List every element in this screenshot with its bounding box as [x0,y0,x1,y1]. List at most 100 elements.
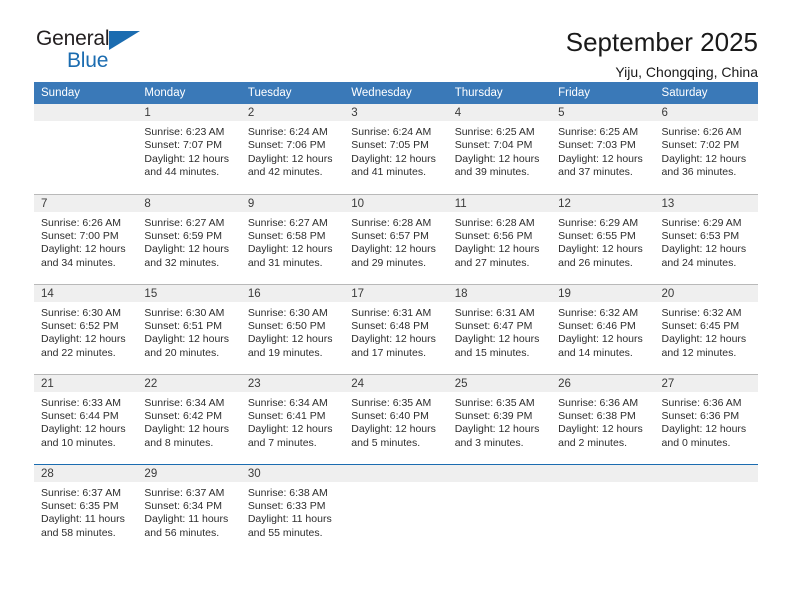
sunset-time: Sunset: 7:05 PM [351,139,429,152]
calendar-day-cell[interactable]: 3 Sunrise: 6:24 AM Sunset: 7:05 PM Daylight… [344,104,448,194]
daylight-duration-line2: and 56 minutes. [144,526,220,539]
calendar-day-cell[interactable]: 1 Sunrise: 6:23 AM Sunset: 7:07 PM Daylight… [137,104,241,194]
daylight-duration-line1: Daylight: 12 hours [558,243,643,256]
daylight-duration-line2: and 7 minutes. [247,436,317,449]
sunset-time: Sunset: 6:59 PM [144,229,223,242]
day-details: Sunrise: 6:30 AM Sunset: 6:52 PM Daylight:… [34,302,137,361]
daylight-duration-line2: and 19 minutes. [247,346,323,359]
sunrise-time: Sunrise: 6:23 AM [144,126,225,138]
weekday-header-saturday: Saturday [654,82,758,104]
day-number: 10 [344,194,448,212]
day-number: 1 [137,104,241,121]
calendar-day-cell[interactable]: 17 Sunrise: 6:31 AM Sunset: 6:48 PM Dayligh… [344,283,448,374]
day-details: Sunrise: 6:34 AM Sunset: 6:41 PM Daylight:… [241,392,344,451]
sunset-time: Sunset: 6:35 PM [41,499,119,512]
sunset-time: Sunset: 6:39 PM [454,409,533,422]
calendar-day-cell[interactable]: 21 Sunrise: 6:33 AM Sunset: 6:44 PM Dayligh… [34,373,138,464]
calendar-day-cell[interactable]: 15 Sunrise: 6:30 AM Sunset: 6:51 PM Dayligh… [137,283,241,374]
day-number: 3 [344,104,448,121]
day-details: Sunrise: 6:27 AM Sunset: 6:59 PM Daylight:… [137,212,240,271]
daylight-duration-line2: and 36 minutes. [661,166,737,179]
calendar-day-cell[interactable]: 23 Sunrise: 6:34 AM Sunset: 6:41 PM Dayligh… [240,373,345,464]
calendar-day-cell[interactable]: 6 Sunrise: 6:26 AM Sunset: 7:02 PM Daylight… [654,104,758,194]
daylight-duration-line1: Daylight: 12 hours [144,243,230,256]
day-details: Sunrise: 6:32 AM Sunset: 6:46 PM Daylight:… [551,302,654,361]
day-number: 11 [447,194,552,212]
calendar-day-cell[interactable]: 20 Sunrise: 6:32 AM Sunset: 6:45 PM Dayligh… [654,283,758,374]
calendar-day-cell[interactable]: 2 Sunrise: 6:24 AM Sunset: 7:06 PM Daylight… [240,104,345,194]
logo-text-blue: Blue [67,49,109,72]
sunrise-time: Sunrise: 6:36 AM [661,396,742,409]
calendar-day-cell[interactable]: 29 Sunrise: 6:37 AM Sunset: 6:34 PM Dayligh… [137,463,241,559]
daylight-duration-line1: Daylight: 12 hours [144,333,230,346]
day-details: Sunrise: 6:36 AM Sunset: 6:38 PM Daylight:… [551,392,654,451]
day-details: Sunrise: 6:28 AM Sunset: 6:56 PM Daylight:… [448,212,551,271]
calendar-day-cell[interactable]: 5 Sunrise: 6:25 AM Sunset: 7:03 PM Daylight… [551,104,655,194]
day-details: Sunrise: 6:29 AM Sunset: 6:55 PM Daylight:… [551,212,654,271]
calendar-day-cell[interactable]: 18 Sunrise: 6:31 AM Sunset: 6:47 PM Dayligh… [447,283,552,374]
calendar-day-cell[interactable]: 22 Sunrise: 6:34 AM Sunset: 6:42 PM Dayligh… [137,373,241,464]
day-details: Sunrise: 6:37 AM Sunset: 6:35 PM Daylight:… [34,482,137,541]
calendar-day-cell[interactable]: 8 Sunrise: 6:27 AM Sunset: 6:59 PM Daylight… [137,193,241,284]
day-details: Sunrise: 6:31 AM Sunset: 6:47 PM Daylight:… [448,302,551,361]
day-number [344,464,448,482]
sunrise-time: Sunrise: 6:38 AM [247,486,328,499]
daylight-duration-line2: and 42 minutes. [247,166,323,179]
day-number: 24 [344,374,448,392]
calendar-day-cell[interactable]: 9 Sunrise: 6:27 AM Sunset: 6:58 PM Daylight… [240,193,345,284]
calendar-day-cell[interactable]: 28 Sunrise: 6:37 AM Sunset: 6:35 PM Dayligh… [34,463,138,559]
weekday-header-thursday: Thursday [447,82,552,104]
daylight-duration-line1: Daylight: 12 hours [247,243,333,256]
sunset-time: Sunset: 7:00 PM [41,229,119,242]
daylight-duration-line1: Daylight: 12 hours [661,243,747,256]
day-number [654,464,758,482]
calendar-day-cell[interactable]: 4 Sunrise: 6:25 AM Sunset: 7:04 PM Daylight… [447,104,552,194]
sunrise-time: Sunrise: 6:30 AM [41,306,121,319]
calendar-day-cell[interactable]: 27 Sunrise: 6:36 AM Sunset: 6:36 PM Dayligh… [654,373,758,464]
daylight-duration-line2: and 20 minutes. [144,346,220,359]
sunset-time: Sunset: 6:44 PM [41,409,119,422]
calendar-day-cell[interactable]: 11 Sunrise: 6:28 AM Sunset: 6:56 PM Dayligh… [447,193,552,284]
day-details: Sunrise: 6:33 AM Sunset: 6:44 PM Daylight:… [34,392,137,451]
day-number: 27 [654,374,758,392]
day-details: Sunrise: 6:34 AM Sunset: 6:42 PM Daylight:… [137,392,240,451]
day-number: 7 [34,194,138,212]
calendar-day-cell[interactable]: 13 Sunrise: 6:29 AM Sunset: 6:53 PM Dayligh… [654,193,758,284]
calendar-day-cell[interactable]: 26 Sunrise: 6:36 AM Sunset: 6:38 PM Dayligh… [551,373,655,464]
day-number: 15 [137,284,241,302]
calendar-week-row: 28 Sunrise: 6:37 AM Sunset: 6:35 PM Dayligh… [34,463,758,559]
sunrise-time: Sunrise: 6:34 AM [144,396,225,409]
daylight-duration-line2: and 8 minutes. [144,436,214,449]
calendar-day-cell[interactable]: 7 Sunrise: 6:26 AM Sunset: 7:00 PM Daylight… [34,193,138,284]
day-details: Sunrise: 6:29 AM Sunset: 6:53 PM Daylight:… [655,212,758,271]
logo-triangle-icon [109,31,140,50]
day-number: 16 [240,284,345,302]
day-number: 19 [551,284,655,302]
calendar-day-cell[interactable]: 12 Sunrise: 6:29 AM Sunset: 6:55 PM Dayligh… [551,193,655,284]
sunrise-time: Sunrise: 6:29 AM [661,216,742,229]
sunrise-time: Sunrise: 6:26 AM [41,216,121,229]
calendar-day-cell-empty [654,463,758,559]
daylight-duration-line2: and 5 minutes. [351,436,421,449]
calendar-day-cell[interactable]: 10 Sunrise: 6:28 AM Sunset: 6:57 PM Dayligh… [344,193,448,284]
daylight-duration-line2: and 31 minutes. [247,256,323,269]
calendar-day-cell[interactable]: 14 Sunrise: 6:30 AM Sunset: 6:52 PM Dayligh… [34,283,138,374]
daylight-duration-line2: and 27 minutes. [454,256,530,269]
calendar-day-cell[interactable]: 19 Sunrise: 6:32 AM Sunset: 6:46 PM Dayligh… [551,283,655,374]
daylight-duration-line1: Daylight: 12 hours [144,423,230,436]
sunrise-time: Sunrise: 6:27 AM [247,216,328,229]
calendar-week-row: 14 Sunrise: 6:30 AM Sunset: 6:52 PM Dayligh… [34,283,758,374]
day-details: Sunrise: 6:28 AM Sunset: 6:57 PM Daylight:… [344,212,447,271]
calendar-day-cell[interactable]: 25 Sunrise: 6:35 AM Sunset: 6:39 PM Dayligh… [447,373,552,464]
day-number: 12 [551,194,655,212]
day-details: Sunrise: 6:37 AM Sunset: 6:34 PM Daylight:… [137,482,240,541]
calendar-day-cell[interactable]: 16 Sunrise: 6:30 AM Sunset: 6:50 PM Dayligh… [240,283,345,374]
day-number: 13 [654,194,758,212]
daylight-duration-line1: Daylight: 12 hours [41,333,126,346]
calendar-day-cell[interactable]: 24 Sunrise: 6:35 AM Sunset: 6:40 PM Dayligh… [344,373,448,464]
calendar-day-cell[interactable]: 30 Sunrise: 6:38 AM Sunset: 6:33 PM Dayligh… [240,463,345,559]
day-number: 30 [240,464,345,482]
sunset-time: Sunset: 6:55 PM [558,229,636,242]
calendar-week-row: 21 Sunrise: 6:33 AM Sunset: 6:44 PM Dayligh… [34,373,758,464]
day-details: Sunrise: 6:38 AM Sunset: 6:33 PM Daylight:… [241,482,344,541]
